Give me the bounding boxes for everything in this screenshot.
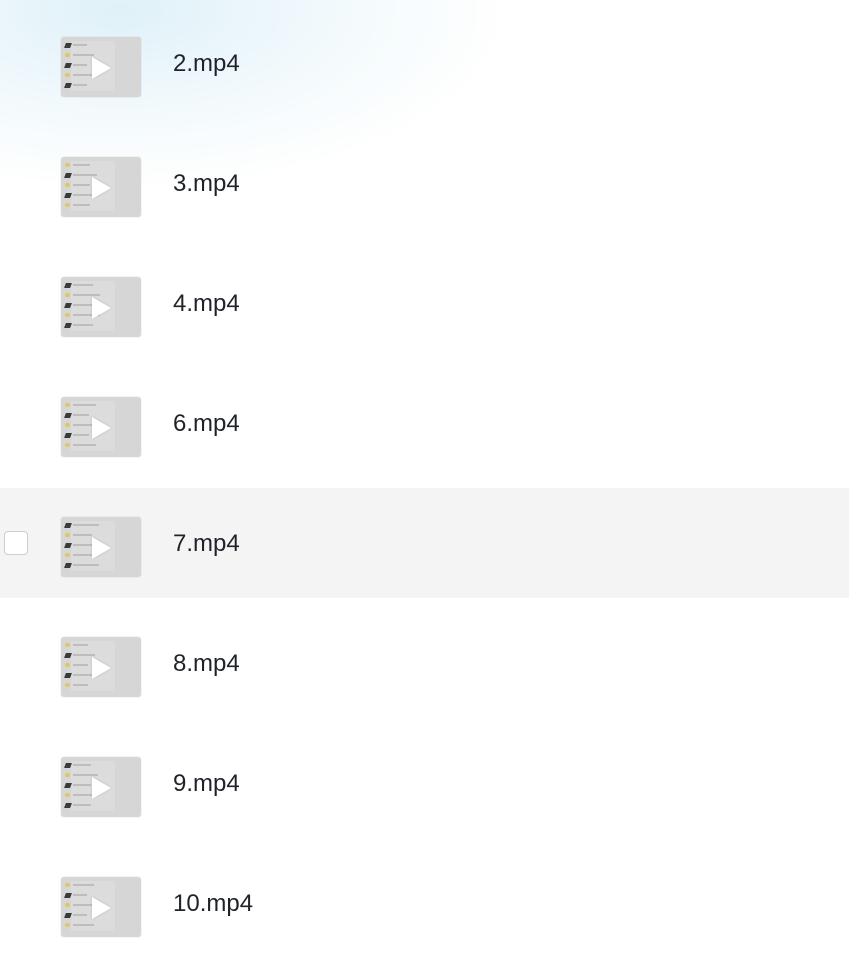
file-name[interactable]: 8.mp4: [173, 650, 240, 678]
thumbnail-mark: [65, 793, 70, 797]
video-thumbnail[interactable]: [61, 37, 141, 97]
play-icon: [92, 177, 111, 199]
file-name[interactable]: 2.mp4: [173, 50, 240, 78]
thumbnail-line: [73, 884, 94, 886]
file-row[interactable]: 4.mp4: [0, 248, 849, 358]
thumbnail-mark: [65, 883, 70, 887]
file-row[interactable]: 9.mp4: [0, 728, 849, 838]
video-thumbnail[interactable]: [61, 277, 141, 337]
thumbnail-line: [73, 84, 87, 86]
thumbnail-mark: [65, 313, 70, 317]
thumbnail-mark: [65, 643, 70, 647]
file-row[interactable]: 6.mp4: [0, 368, 849, 478]
file-name[interactable]: 7.mp4: [173, 530, 240, 558]
file-name[interactable]: 4.mp4: [173, 290, 240, 318]
thumbnail-line: [73, 644, 88, 646]
thumbnail-line: [73, 784, 91, 786]
thumbnail-mark: [65, 403, 70, 407]
thumbnail-line: [73, 64, 87, 66]
row-checkbox[interactable]: [4, 531, 28, 555]
thumbnail-line: [73, 284, 93, 286]
thumbnail-line: [73, 404, 96, 406]
thumbnail-line: [73, 204, 90, 206]
file-list: 2.mp4 3.mp4 4.mp4 6.mp4 7.mp4 8.mp4 9.mp…: [0, 8, 849, 968]
thumbnail-line: [73, 664, 88, 666]
thumbnail-mark: [65, 183, 70, 187]
thumbnail-mark: [65, 163, 70, 167]
thumbnail-line: [73, 324, 93, 326]
thumbnail-mark: [65, 443, 70, 447]
thumbnail-mark: [65, 533, 70, 537]
thumbnail-line: [73, 74, 94, 76]
thumbnail-mark: [65, 203, 70, 207]
file-name[interactable]: 10.mp4: [173, 890, 253, 918]
file-row[interactable]: 3.mp4: [0, 128, 849, 238]
thumbnail-line: [73, 44, 87, 46]
thumbnail-line: [73, 914, 87, 916]
thumbnail-line: [73, 774, 98, 776]
thumbnail-line: [73, 764, 91, 766]
thumbnail-line: [73, 444, 96, 446]
thumbnail-line: [73, 654, 95, 656]
video-thumbnail[interactable]: [61, 157, 141, 217]
thumbnail-line: [73, 184, 90, 186]
thumbnail-line: [73, 304, 93, 306]
thumbnail-mark: [65, 903, 70, 907]
play-icon: [92, 537, 111, 559]
thumbnail-line: [73, 174, 97, 176]
thumbnail-line: [73, 434, 89, 436]
thumbnail-mark: [65, 423, 70, 427]
thumbnail-line: [73, 54, 94, 56]
play-icon: [92, 417, 111, 439]
thumbnail-line: [73, 294, 100, 296]
thumbnail-mark: [65, 683, 70, 687]
play-icon: [92, 897, 111, 919]
thumbnail-line: [73, 414, 89, 416]
thumbnail-line: [73, 164, 90, 166]
thumbnail-mark: [65, 53, 70, 57]
file-name[interactable]: 6.mp4: [173, 410, 240, 438]
file-row[interactable]: 7.mp4: [0, 488, 849, 598]
thumbnail-line: [73, 924, 94, 926]
play-icon: [92, 57, 111, 79]
file-name[interactable]: 9.mp4: [173, 770, 240, 798]
thumbnail-line: [73, 894, 87, 896]
file-name[interactable]: 3.mp4: [173, 170, 240, 198]
thumbnail-line: [73, 564, 99, 566]
thumbnail-mark: [65, 773, 70, 777]
play-icon: [92, 777, 111, 799]
thumbnail-line: [73, 554, 92, 556]
video-thumbnail[interactable]: [61, 877, 141, 937]
file-row[interactable]: 8.mp4: [0, 608, 849, 718]
thumbnail-mark: [65, 73, 70, 77]
video-thumbnail[interactable]: [61, 397, 141, 457]
thumbnail-mark: [65, 293, 70, 297]
thumbnail-line: [73, 684, 88, 686]
video-thumbnail[interactable]: [61, 637, 141, 697]
thumbnail-line: [73, 534, 92, 536]
file-row[interactable]: 2.mp4: [0, 8, 849, 118]
thumbnail-line: [73, 904, 94, 906]
play-icon: [92, 657, 111, 679]
video-thumbnail[interactable]: [61, 757, 141, 817]
thumbnail-mark: [65, 553, 70, 557]
thumbnail-line: [73, 804, 91, 806]
file-row[interactable]: 10.mp4: [0, 848, 849, 958]
video-thumbnail[interactable]: [61, 517, 141, 577]
thumbnail-mark: [65, 663, 70, 667]
thumbnail-mark: [65, 923, 70, 927]
thumbnail-line: [73, 524, 99, 526]
play-icon: [92, 297, 111, 319]
